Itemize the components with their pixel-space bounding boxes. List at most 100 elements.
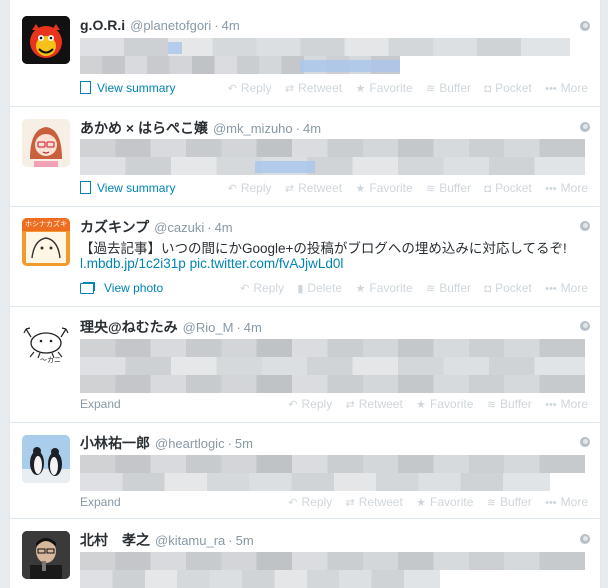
view-photo-link[interactable]: View photo <box>80 280 163 296</box>
pocket-button[interactable]: ◘ Pocket <box>484 281 531 295</box>
user-handle[interactable]: @planetofgori <box>130 18 211 33</box>
display-name[interactable]: 北村 孝之 <box>80 532 150 548</box>
pocket-icon: ◘ <box>484 183 492 195</box>
reply-button[interactable]: ↶ Reply <box>228 181 272 195</box>
display-name[interactable]: あかめ × はらぺこ嬢 <box>80 120 208 136</box>
reply-button[interactable]: ↶ Reply <box>288 495 332 509</box>
more-button[interactable]: ••• More <box>545 281 588 295</box>
buffer-button[interactable]: ≋ Buffer <box>487 495 532 509</box>
tweet-actions: ↶ Reply ⇄ Retweet ★ Favorite ≋ Buffer ••• Mor… <box>278 396 588 412</box>
avatar-caption: 〜カニ <box>40 356 61 364</box>
reply-button[interactable]: ↶ Reply <box>288 397 332 411</box>
pocket-icon: ◘ <box>484 83 492 95</box>
pocket-button[interactable]: ◘ Pocket <box>484 81 531 95</box>
photo-icon <box>80 283 94 294</box>
timestamp[interactable]: 4m <box>244 320 262 335</box>
reply-icon: ↶ <box>227 183 237 195</box>
user-handle[interactable]: @cazuki <box>154 220 204 235</box>
tweet-text <box>80 455 585 473</box>
tweet-actions: ↶ Reply ▮ Delete ★ Favorite ≋ Buffer ◘ Pocket… <box>230 280 588 296</box>
avatar[interactable]: ホシナカズキ <box>22 218 70 266</box>
reply-icon: ↶ <box>288 399 298 411</box>
display-name[interactable]: カズキンプ <box>80 219 149 235</box>
favorite-button[interactable]: ★ Favorite <box>355 81 412 95</box>
globe-icon <box>580 321 590 331</box>
link[interactable] <box>300 60 400 72</box>
buffer-icon: ≋ <box>486 399 496 411</box>
buffer-button[interactable]: ≋ Buffer <box>487 397 532 411</box>
user-handle[interactable]: @heartlogic <box>155 436 225 451</box>
avatar[interactable] <box>22 119 70 167</box>
favorite-button[interactable]: ★ Favorite <box>355 281 412 295</box>
tweet-text <box>80 157 585 175</box>
user-handle[interactable]: @Rio_M <box>183 320 234 335</box>
timestamp[interactable]: 5m <box>235 436 253 451</box>
user-handle[interactable]: @mk_mizuho <box>213 121 293 136</box>
more-icon: ••• <box>545 183 557 195</box>
buffer-button[interactable]: ≋ Buffer <box>426 181 471 195</box>
favorite-button[interactable]: ★ Favorite <box>355 181 412 195</box>
user-handle[interactable]: @kitamu_ra <box>155 533 225 548</box>
retweet-button[interactable]: ⇄ Retweet <box>346 495 403 509</box>
retweet-icon: ⇄ <box>345 399 355 411</box>
display-name[interactable]: 小林祐一郎 <box>80 435 150 451</box>
link[interactable] <box>255 161 315 173</box>
more-button[interactable]: ••• More <box>545 495 588 509</box>
avatar[interactable] <box>22 435 70 483</box>
star-icon: ★ <box>355 83 366 95</box>
display-name[interactable]: 理央@ねむたみ <box>80 319 178 335</box>
timestamp[interactable]: 4m <box>215 220 233 235</box>
expand-link[interactable]: Expand <box>80 396 121 412</box>
tweet-item[interactable]: 小林祐一郎 @heartlogic · 5m Expand ↶ Reply ⇄ Retwe… <box>10 423 600 519</box>
more-button[interactable]: ••• More <box>545 81 588 95</box>
expand-link[interactable]: Expand <box>80 494 121 510</box>
retweet-button[interactable]: ⇄ Retweet <box>285 181 342 195</box>
tweet-header: 理央@ねむたみ @Rio_M · 4m <box>80 319 262 335</box>
more-icon: ••• <box>545 83 557 95</box>
avatar[interactable]: 〜カニ <box>22 319 70 367</box>
timestamp[interactable]: 4m <box>222 18 240 33</box>
view-summary-link[interactable]: View summary <box>80 180 175 196</box>
avatar[interactable] <box>22 531 70 579</box>
tweet-item[interactable]: 北村 孝之 @kitamu_ra · 5m <box>10 519 600 588</box>
tweet-actions: ↶ Reply ⇄ Retweet ★ Favorite ≋ Buffer ◘ Pocke… <box>218 80 588 96</box>
tweet-header: カズキンプ @cazuki · 4m <box>80 219 233 235</box>
retweet-icon: ⇄ <box>345 497 355 509</box>
display-name[interactable]: g.O.R.i <box>80 17 125 33</box>
document-icon <box>80 181 91 194</box>
view-summary-link[interactable]: View summary <box>80 80 175 96</box>
delete-button[interactable]: ▮ Delete <box>297 281 342 295</box>
avatar-caption: ホシナカズキ <box>25 220 67 228</box>
pocket-button[interactable]: ◘ Pocket <box>484 181 531 195</box>
tweet-item[interactable]: 〜カニ 理央@ねむたみ @Rio_M · 4m Expand ↶ Reply ⇄ Retw… <box>10 307 600 423</box>
buffer-button[interactable]: ≋ Buffer <box>426 81 471 95</box>
tweet-link[interactable]: l.mbdb.jp/1c2i31p pic.twitter.com/fvAJjw… <box>80 256 343 271</box>
retweet-button[interactable]: ⇄ Retweet <box>285 81 342 95</box>
buffer-icon: ≋ <box>426 83 436 95</box>
reply-button[interactable]: ↶ Reply <box>240 281 284 295</box>
more-button[interactable]: ••• More <box>545 181 588 195</box>
tweet-text <box>80 552 585 570</box>
tweet-actions: ↶ Reply ⇄ Retweet ★ Favorite ≋ Buffer ◘ Pocke… <box>218 180 588 196</box>
link[interactable] <box>168 42 182 54</box>
globe-icon <box>580 437 590 447</box>
more-icon: ••• <box>545 497 557 509</box>
more-button[interactable]: ••• More <box>545 397 588 411</box>
tweet-item[interactable]: あかめ × はらぺこ嬢 @mk_mizuho · 4m View summary ↶ R… <box>10 107 600 207</box>
avatar[interactable] <box>22 16 70 64</box>
timestamp[interactable]: 4m <box>303 121 321 136</box>
buffer-icon: ≋ <box>426 283 436 295</box>
buffer-button[interactable]: ≋ Buffer <box>426 281 471 295</box>
reply-button[interactable]: ↶ Reply <box>228 81 272 95</box>
favorite-button[interactable]: ★ Favorite <box>416 495 473 509</box>
retweet-button[interactable]: ⇄ Retweet <box>346 397 403 411</box>
reply-icon: ↶ <box>227 83 237 95</box>
more-icon: ••• <box>545 399 557 411</box>
tweet-item[interactable]: g.O.R.i @planetofgori · 4m View summary ↶ Re… <box>10 0 600 107</box>
tweet-item[interactable]: ホシナカズキ カズキンプ @cazuki · 4m 【過去記事】いつの間にかGoogl… <box>10 207 600 307</box>
favorite-button[interactable]: ★ Favorite <box>416 397 473 411</box>
timestamp[interactable]: 5m <box>236 533 254 548</box>
reply-icon: ↶ <box>240 283 250 295</box>
retweet-icon: ⇄ <box>284 83 295 95</box>
timeline: g.O.R.i @planetofgori · 4m View summary ↶ Re… <box>9 0 601 588</box>
